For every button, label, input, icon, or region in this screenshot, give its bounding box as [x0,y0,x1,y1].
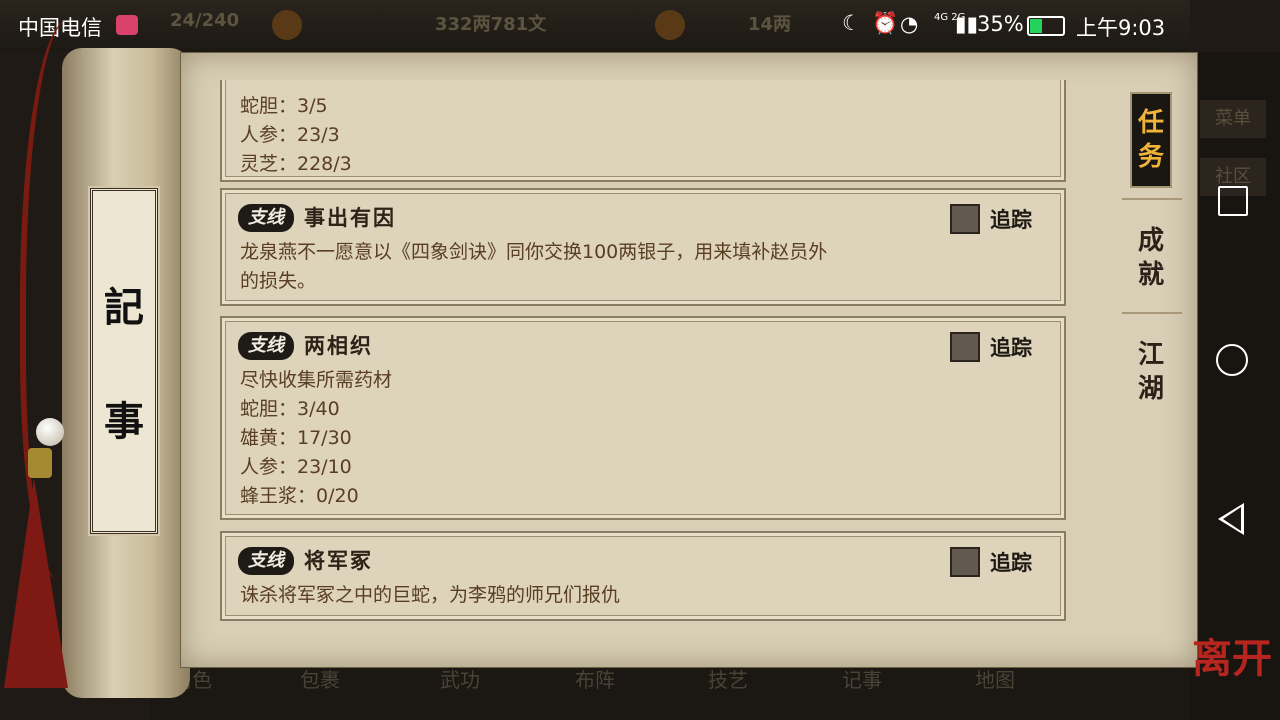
quest-desc-line: 的损失。 [240,270,317,292]
journal-label-top: 記 [104,284,144,331]
bottom-bag[interactable]: 包裹 [300,664,340,693]
tab-jianghu-top: 江 [1137,340,1164,370]
tab-achievements-bottom: 就 [1137,260,1164,290]
track-toggle[interactable]: 追踪 [950,332,1062,362]
quest-card[interactable]: 支线 两相织 追踪 尽快收集所需药材 蛇胆：3/40 雄黄：17/30 人参：2… [220,316,1066,520]
track-checkbox[interactable] [950,204,980,234]
tab-jianghu[interactable]: 江 湖 [1122,338,1180,406]
quest-card[interactable]: 支线 事出有因 追踪 龙泉燕不一愿意以《四象剑诀》同你交换100两银子，用来填补… [220,188,1066,306]
bottom-journal[interactable]: 记事 [842,664,882,693]
wifi-icon: ◔ [900,12,919,36]
quest-desc-line: 诛杀将军冢之中的巨蛇，为李鸦的师兄们报仇 [240,584,621,606]
right-side-panel [1190,52,1280,720]
bottom-formation[interactable]: 布阵 [575,664,615,693]
home-icon[interactable] [1216,344,1248,376]
side-quest-badge: 支线 [238,547,294,575]
quest-title: 将军冢 [304,549,373,573]
tab-divider [1122,312,1182,314]
moon-icon: ☾ [842,11,861,35]
leave-button[interactable]: 离开 [1192,626,1272,684]
bottom-map[interactable]: 地图 [975,664,1015,693]
tab-quests[interactable]: 任 务 [1130,92,1172,188]
weibo-icon [116,15,138,35]
track-label: 追踪 [990,551,1032,575]
side-quest-badge: 支线 [238,204,294,232]
quest-line: 蛇胆：3/5 [240,95,328,117]
tab-quests-bottom: 务 [1137,142,1164,172]
tassel-icon [4,478,68,688]
menu-button[interactable]: 菜单 [1200,100,1266,138]
status-bar: 中国电信 ☾ ⏰ ◔ 4G 2G ▮▮ 35% 上午9:03 [0,0,1190,50]
track-checkbox[interactable] [950,332,980,362]
side-quest-badge: 支线 [238,332,294,360]
tab-divider [1122,198,1182,200]
quest-desc-line: 雄黄：17/30 [240,427,352,449]
quest-title: 事出有因 [304,206,396,230]
bottom-skills[interactable]: 技艺 [708,664,748,693]
signal-icon: ▮▮ [955,12,979,36]
status-time: 上午9:03 [1076,16,1166,40]
track-checkbox[interactable] [950,547,980,577]
track-label: 追踪 [990,208,1032,232]
battery-percent: 35% [977,12,1024,36]
quest-desc-line: 蛇胆：3/40 [240,398,340,420]
tab-jianghu-bottom: 湖 [1137,374,1164,404]
quest-desc-line: 人参：23/10 [240,456,352,478]
journal-label: 記 事 [90,188,158,534]
quest-line: 人参：23/3 [240,124,340,146]
quest-line: 灵芝：228/3 [240,153,352,175]
track-label: 追踪 [990,336,1032,360]
tab-achievements-top: 成 [1137,226,1164,256]
quest-card-partial[interactable]: 蛇胆：3/5 人参：23/3 灵芝：228/3 [220,80,1066,182]
alarm-icon: ⏰ [872,11,899,35]
tassel-cap [28,448,52,478]
bottom-kungfu[interactable]: 武功 [440,664,480,693]
track-toggle[interactable]: 追踪 [950,204,1062,234]
quest-card[interactable]: 支线 将军冢 追踪 诛杀将军冢之中的巨蛇，为李鸦的师兄们报仇 [220,531,1066,621]
quest-desc-line: 蜂王浆：0/20 [240,485,359,507]
journal-label-bottom: 事 [104,398,144,445]
recent-apps-icon[interactable] [1218,186,1248,216]
quest-list[interactable]: 蛇胆：3/5 人参：23/3 灵芝：228/3 支线 事出有因 追踪 龙泉燕不一… [200,80,1106,640]
quest-desc-line: 龙泉燕不一愿意以《四象剑诀》同你交换100两银子，用来填补赵员外 [240,241,828,263]
battery-icon [1027,16,1065,36]
back-icon-inner [1223,507,1241,531]
tab-quests-top: 任 [1137,108,1164,138]
quest-title: 两相织 [304,334,373,358]
tab-achievements[interactable]: 成 就 [1122,224,1180,292]
jade-bead-icon [36,418,64,446]
track-toggle[interactable]: 追踪 [950,547,1062,577]
quest-desc-line: 尽快收集所需药材 [240,369,393,391]
